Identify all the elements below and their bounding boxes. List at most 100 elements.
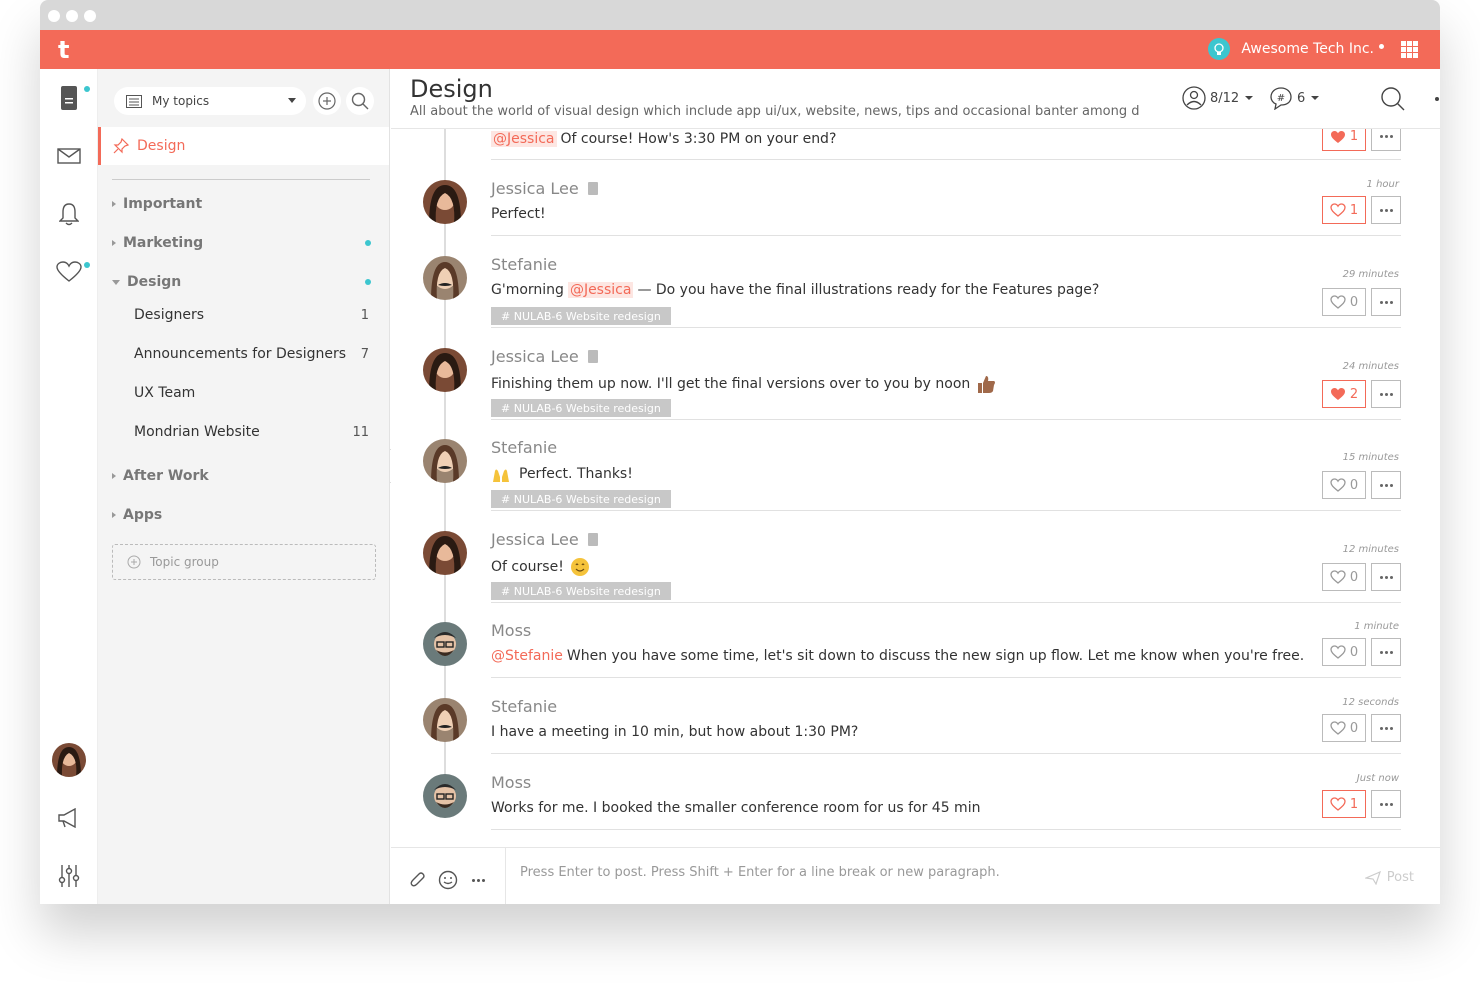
like-button[interactable]: 0 <box>1322 471 1366 499</box>
like-button[interactable]: 0 <box>1322 714 1366 742</box>
group-apps[interactable]: Apps <box>112 507 162 523</box>
app-logo[interactable]: t <box>58 36 69 64</box>
topics-icon[interactable] <box>56 85 82 111</box>
mention-link[interactable]: @Jessica <box>491 131 557 147</box>
members-button[interactable]: 8/12 <box>1182 86 1254 110</box>
message-more-button[interactable] <box>1371 196 1401 224</box>
avatar[interactable] <box>423 439 467 483</box>
threads-button[interactable]: # 6 <box>1269 86 1320 110</box>
message-author[interactable]: Stefanie <box>491 697 557 716</box>
topic-group-label: Topic group <box>150 555 219 569</box>
like-button[interactable]: 0 <box>1322 638 1366 666</box>
org-switcher[interactable]: Awesome Tech Inc. <box>1208 38 1384 60</box>
avatar[interactable] <box>423 622 467 666</box>
search-topics-button[interactable] <box>346 87 374 115</box>
group-after-work[interactable]: After Work <box>112 468 209 484</box>
add-topic-group-button[interactable]: Topic group <box>112 544 376 580</box>
avatar[interactable] <box>423 698 467 742</box>
message-author[interactable]: Stefanie <box>491 255 557 274</box>
mail-icon[interactable] <box>56 143 82 169</box>
add-topic-button[interactable] <box>313 87 341 115</box>
subtopic-ux-team[interactable]: UX Team <box>134 385 195 401</box>
apps-grid-icon[interactable] <box>1401 41 1418 58</box>
avatar[interactable] <box>423 256 467 300</box>
message-more-button[interactable] <box>1371 714 1401 742</box>
mention-link[interactable]: @Jessica <box>567 282 634 298</box>
group-design[interactable]: Design <box>112 274 181 290</box>
like-button[interactable]: 0 <box>1322 563 1366 591</box>
subtopic-count: 1 <box>360 308 369 323</box>
message-more-button[interactable] <box>1371 563 1401 591</box>
issue-tag[interactable]: # NULAB-6 Website redesign <box>491 307 671 325</box>
avatar[interactable] <box>423 180 467 224</box>
app-window: t Awesome Tech Inc. My topics Design Imp… <box>40 0 1440 904</box>
subtopic-announcements[interactable]: Announcements for Designers <box>134 346 346 362</box>
user-avatar[interactable] <box>52 743 86 777</box>
post-button[interactable]: Post <box>1364 870 1414 885</box>
window-close-button[interactable] <box>48 10 60 22</box>
heart-icon[interactable] <box>56 259 82 285</box>
message-more-button[interactable] <box>1371 790 1401 818</box>
message-body: I have a meeting in 10 min, but how abou… <box>491 724 859 740</box>
org-status-dot <box>1379 43 1384 49</box>
like-button[interactable]: 0 <box>1322 288 1366 316</box>
message-more-button[interactable] <box>1371 471 1401 499</box>
group-important[interactable]: Important <box>112 196 202 212</box>
smile-emoji-icon <box>570 558 589 576</box>
group-label: After Work <box>123 468 209 484</box>
paperclip-icon[interactable] <box>409 871 427 889</box>
like-button[interactable]: 1 <box>1322 196 1366 224</box>
message-feed[interactable]: @Jessica Of course! How's 3:30 PM on you… <box>391 109 1440 847</box>
issue-tag[interactable]: # NULAB-6 Website redesign <box>491 490 671 508</box>
subtopic-designers[interactable]: Designers <box>134 307 204 323</box>
message-author[interactable]: Jessica Lee <box>491 179 598 198</box>
topic-sidebar: My topics Design Important Marketing Des… <box>98 69 416 904</box>
message-time: 1 minute <box>1354 621 1399 632</box>
window-zoom-button[interactable] <box>84 10 96 22</box>
heart-filled-icon <box>1330 130 1345 143</box>
composer-more-button[interactable] <box>471 879 486 882</box>
emoji-icon[interactable] <box>438 870 458 890</box>
window-minimize-button[interactable] <box>66 10 78 22</box>
message-divider <box>491 602 1401 603</box>
message-input[interactable]: Press Enter to post. Press Shift + Enter… <box>520 865 1000 880</box>
active-topic-design[interactable]: Design <box>98 127 389 165</box>
mention-link[interactable]: @Stefanie <box>491 648 563 664</box>
message-author[interactable]: Stefanie <box>491 438 557 457</box>
like-button[interactable]: 2 <box>1322 380 1366 408</box>
message-time: 12 seconds <box>1342 697 1399 708</box>
topics-unread-dot <box>84 86 90 92</box>
group-marketing[interactable]: Marketing <box>112 235 203 251</box>
settings-sliders-icon[interactable] <box>56 863 82 889</box>
composer-tools <box>391 848 506 904</box>
avatar[interactable] <box>423 348 467 392</box>
caret-right-icon <box>112 240 116 246</box>
avatar[interactable] <box>423 774 467 818</box>
megaphone-icon[interactable] <box>56 805 82 831</box>
message-author[interactable]: Moss <box>491 773 531 792</box>
heart-outline-icon <box>1330 797 1346 811</box>
topic-description: All about the world of visual design whi… <box>410 104 1140 119</box>
chevron-down-icon <box>1245 96 1254 100</box>
issue-tag[interactable]: # NULAB-6 Website redesign <box>491 399 671 417</box>
search-icon[interactable] <box>1380 86 1406 112</box>
more-options-button[interactable] <box>1434 97 1440 101</box>
message-more-button[interactable] <box>1371 638 1401 666</box>
message-more-button[interactable] <box>1371 380 1401 408</box>
marketing-unread-dot <box>365 240 371 246</box>
message-author[interactable]: Jessica Lee <box>491 530 598 549</box>
subtopic-mondrian-website[interactable]: Mondrian Website <box>134 424 260 440</box>
bell-icon[interactable] <box>56 201 82 227</box>
message-text: Finishing them up now. I'll get the fina… <box>491 374 996 394</box>
message-author[interactable]: Moss <box>491 621 531 640</box>
list-icon <box>126 94 142 108</box>
issue-tag[interactable]: # NULAB-6 Website redesign <box>491 582 671 600</box>
like-button[interactable]: 1 <box>1322 790 1366 818</box>
avatar[interactable] <box>423 531 467 575</box>
topic-header: Design All about the world of visual des… <box>391 69 1440 129</box>
message-divider <box>491 829 1401 830</box>
message-more-button[interactable] <box>1371 288 1401 316</box>
author-name: Stefanie <box>491 255 558 274</box>
message-author[interactable]: Jessica Lee <box>491 347 598 366</box>
topic-filter-select[interactable]: My topics <box>114 87 306 115</box>
